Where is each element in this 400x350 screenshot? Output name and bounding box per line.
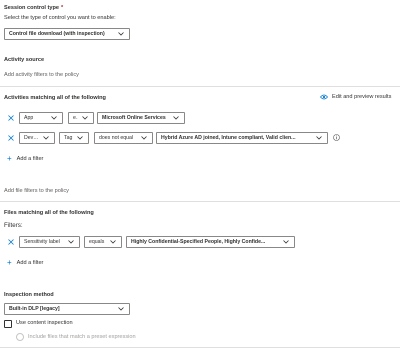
remove-filter-device-button[interactable] [7, 134, 15, 142]
chevron-down-icon [81, 116, 89, 120]
plus-icon: + [7, 154, 12, 163]
use-content-inspection-label: Use content inspection [16, 320, 73, 326]
filter-field-value: Device [24, 135, 39, 141]
filter-operator-value: equals [89, 239, 105, 245]
session-control-title: Session control type * [4, 5, 63, 11]
inspection-method-dropdown[interactable]: Built-in DLP [legacy] [4, 303, 130, 315]
inspection-method-selected: Built-in DLP [legacy] [9, 306, 60, 312]
files-title: Files matching all of the following [4, 210, 94, 216]
add-filter-label: Add a filter [16, 156, 44, 162]
chevron-down-icon [117, 307, 125, 311]
required-mark: * [61, 5, 64, 11]
filter-operator-dropdown[interactable]: equals [68, 112, 94, 124]
filters-label: Filters: [4, 222, 23, 229]
include-preset-radio[interactable] [16, 333, 24, 341]
filter-operator-value: does not equal [99, 135, 134, 141]
remove-filter-app-button[interactable] [7, 114, 15, 122]
plus-icon: + [7, 258, 12, 267]
chevron-down-icon [67, 240, 75, 244]
filter-value-dropdown[interactable]: Microsoft Online Services [97, 112, 185, 124]
divider [0, 86, 400, 87]
filter-field-dropdown[interactable]: Device [19, 132, 55, 144]
inspection-method-title: Inspection method [4, 292, 54, 298]
edit-preview-label: Edit and preview results [332, 94, 392, 100]
chevron-down-icon [315, 136, 323, 140]
chevron-down-icon [109, 240, 117, 244]
filter-operator-dropdown[interactable]: equals [84, 236, 122, 248]
info-icon[interactable] [333, 134, 340, 141]
session-control-description: Select the type of control you want to e… [4, 15, 116, 21]
include-preset-label: Include files that match a preset expres… [28, 334, 136, 340]
filter-operator-dropdown[interactable]: does not equal [94, 132, 153, 144]
close-icon [8, 239, 14, 245]
filter-value-dropdown[interactable]: Hybrid Azure AD joined, Intune compliant… [156, 132, 328, 144]
add-filter-label: Add a filter [16, 260, 44, 266]
divider [0, 347, 400, 348]
filter-subfield-value: Tag [64, 135, 73, 141]
filter-field-dropdown[interactable]: Sensitivity label [19, 236, 80, 248]
add-file-filter-button[interactable]: + Add a filter [7, 259, 43, 267]
filter-value-text: Microsoft Online Services [102, 115, 166, 121]
filter-value-text: Hybrid Azure AD joined, Intune compliant… [161, 135, 296, 141]
remove-filter-sensitivity-button[interactable] [7, 238, 15, 246]
divider [0, 201, 400, 202]
add-file-filters-text: Add file filters to the policy [4, 188, 69, 194]
filter-field-value: Sensitivity label [24, 239, 60, 245]
filter-value-dropdown[interactable]: Highly Confidential-Specified People, Hi… [126, 236, 295, 248]
filter-subfield-dropdown[interactable]: Tag [59, 132, 89, 144]
chevron-down-icon [50, 116, 58, 120]
chevron-down-icon [76, 136, 84, 140]
chevron-down-icon [140, 136, 148, 140]
chevron-down-icon [282, 240, 290, 244]
add-activity-filters-text: Add activity filters to the policy [4, 72, 79, 78]
use-content-inspection-checkbox[interactable] [4, 320, 12, 328]
session-control-selected: Control file download (with inspection) [9, 31, 105, 37]
session-control-title-text: Session control type [4, 5, 60, 11]
chevron-down-icon [42, 136, 50, 140]
activities-title: Activities matching all of the following [4, 95, 106, 101]
close-icon [8, 135, 14, 141]
chevron-down-icon [117, 32, 125, 36]
eye-icon [320, 94, 328, 100]
filter-field-value: App [24, 115, 34, 121]
activity-source-title: Activity source [4, 57, 45, 63]
chevron-down-icon [172, 116, 180, 120]
add-activity-filter-button[interactable]: + Add a filter [7, 155, 43, 163]
edit-preview-button[interactable]: Edit and preview results [320, 94, 391, 100]
close-icon [8, 115, 14, 121]
session-control-dropdown[interactable]: Control file download (with inspection) [4, 28, 130, 40]
filter-value-text: Highly Confidential-Specified People, Hi… [131, 239, 266, 245]
filter-operator-value: equals [73, 115, 78, 121]
filter-field-dropdown[interactable]: App [19, 112, 63, 124]
